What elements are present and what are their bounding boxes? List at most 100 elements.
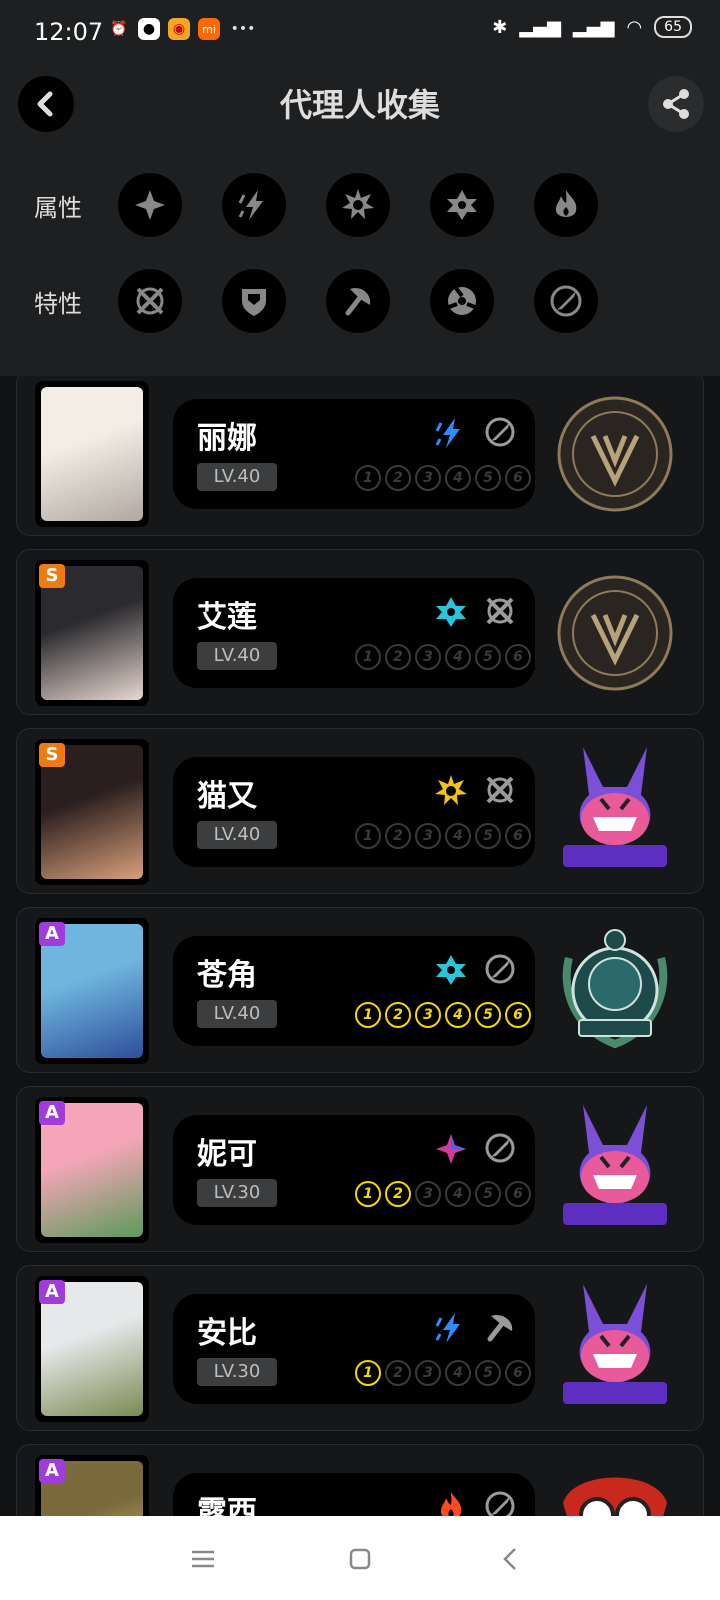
attribute-fire-icon [440,1492,462,1516]
hexagram-icon [447,190,477,220]
agent-name: 露西 [197,1495,257,1516]
agent-card[interactable]: A 安比 LV.30 1 2 3 4 5 6 [16,1265,704,1431]
rank-badge: A [39,1280,65,1304]
agent-portrait: A [35,918,149,1064]
filter-defense[interactable] [222,269,286,333]
radiation-icon [448,286,476,315]
agent-info-panel: 苍角 LV.40 1 2 3 4 5 6 [173,936,535,1046]
cinema-level-2: 2 [385,1181,411,1207]
cinema-level-5: 5 [475,1181,501,1207]
agent-card[interactable]: A 苍角 LV.40 1 2 3 4 5 6 [16,907,704,1073]
trait-support-icon [485,417,515,447]
filter-fire[interactable] [534,173,598,237]
trait-filter-row: 特性 [0,266,720,336]
agent-card[interactable]: 丽娜 LV.40 1 2 3 4 5 6 [16,376,704,536]
trait-attack-icon [486,597,514,625]
agent-name: 安比 [197,1316,257,1351]
weibo-icon: ◉ [168,18,190,40]
cinema-level-2: 2 [385,823,411,849]
cinema-level-6: 6 [505,644,531,670]
bluetooth-icon: ✱ [492,16,508,38]
cinema-level-5: 5 [475,644,501,670]
filter-anomaly[interactable] [326,269,390,333]
agent-portrait: S [35,739,149,885]
axe-icon [345,287,371,316]
more-dots-icon: ••• [230,21,256,37]
cinema-row: 123456 [355,644,531,670]
rank-badge: S [39,743,65,767]
trait-support-icon [485,954,515,984]
agent-portrait [35,381,149,527]
page-title: 代理人收集 [279,86,440,124]
agent-portrait: A [35,1276,149,1422]
trait-support-icon [485,1491,515,1516]
menu-icon[interactable] [188,1544,218,1574]
agent-info-panel: 猫又 LV.40 1 2 3 4 5 6 [173,757,535,867]
cinema-level-2: 2 [385,644,411,670]
agent-level: LV.40 [197,463,277,491]
agent-name: 猫又 [197,779,257,814]
trait-stun-icon [487,1314,513,1342]
faction-victoria-logo [557,575,673,691]
header: 代理人收集 属性 特性 [0,64,720,376]
cinema-level-2: 2 [385,1002,411,1028]
system-icons: ✱ ▂▄▆ ▂▄▆ ◠ 65 [492,16,692,38]
filter-physical-burst[interactable] [326,173,390,237]
agent-portrait: A [35,1455,149,1516]
faction-victoria-logo [557,396,673,512]
agent-list[interactable]: 丽娜 LV.40 1 2 3 4 5 6 S 艾莲 LV.40 1 2 3 4 5 6 S 猫又 LV.40 1 2 3 4 5… [0,376,720,1516]
cinema-level-3: 3 [415,1002,441,1028]
filter-electric[interactable] [222,173,286,237]
attribute-ice-icon [436,955,466,985]
rocket-icon [550,285,582,317]
cinema-level-6: 6 [505,823,531,849]
agent-name: 苍角 [197,958,257,993]
mi-icon: mi [198,18,220,40]
cinema-level-4: 4 [445,465,471,491]
agent-card[interactable]: A 露西 [16,1444,704,1516]
attribute-filter-row: 属性 [0,170,720,240]
home-icon[interactable] [345,1544,375,1574]
flame-icon [555,190,577,217]
sparkle-icon [135,190,165,220]
rank-badge: A [39,922,65,946]
faction-calydon-logo [563,1477,667,1516]
cinema-level-6: 6 [505,465,531,491]
cinema-level-1: 1 [355,823,381,849]
status-time: 12:07 [34,18,104,46]
attribute-electric-icon [435,1313,460,1343]
agent-info-panel: 安比 LV.30 1 2 3 4 5 6 [173,1294,535,1404]
filter-attack[interactable] [118,269,182,333]
cinema-row: 123456 [355,465,531,491]
cinema-level-5: 5 [475,823,501,849]
share-button[interactable] [648,76,704,132]
alarm-icon: ⏰ [110,21,128,37]
cinema-level-6: 6 [505,1002,531,1028]
back-nav-icon[interactable] [496,1544,526,1574]
attribute-physical-icon [435,775,467,805]
filter-physical[interactable] [118,173,182,237]
rank-badge: A [39,1101,65,1125]
agent-card[interactable]: S 艾莲 LV.40 1 2 3 4 5 6 [16,549,704,715]
app-icon: ● [138,18,160,40]
cinema-level-4: 4 [445,823,471,849]
agent-info-panel: 艾莲 LV.40 1 2 3 4 5 6 [173,578,535,688]
cinema-level-4: 4 [445,644,471,670]
filter-ice[interactable] [430,173,494,237]
agent-card[interactable]: S 猫又 LV.40 1 2 3 4 5 6 [16,728,704,894]
agent-name: 艾莲 [197,600,257,635]
faction-gentle-house-logo [563,747,667,867]
cinema-level-1: 1 [355,1181,381,1207]
cinema-level-3: 3 [415,644,441,670]
lightning-icon [238,190,263,220]
agent-name: 妮可 [197,1137,257,1172]
agent-card[interactable]: A 妮可 LV.30 1 2 3 4 5 6 [16,1086,704,1252]
filter-stun[interactable] [534,269,598,333]
filter-support[interactable] [430,269,494,333]
agent-portrait: A [35,1097,149,1243]
attribute-electric-icon [435,418,460,448]
shield-icon [242,289,266,316]
agent-portrait: S [35,560,149,706]
share-icon [663,89,689,119]
cinema-level-2: 2 [385,1360,411,1386]
